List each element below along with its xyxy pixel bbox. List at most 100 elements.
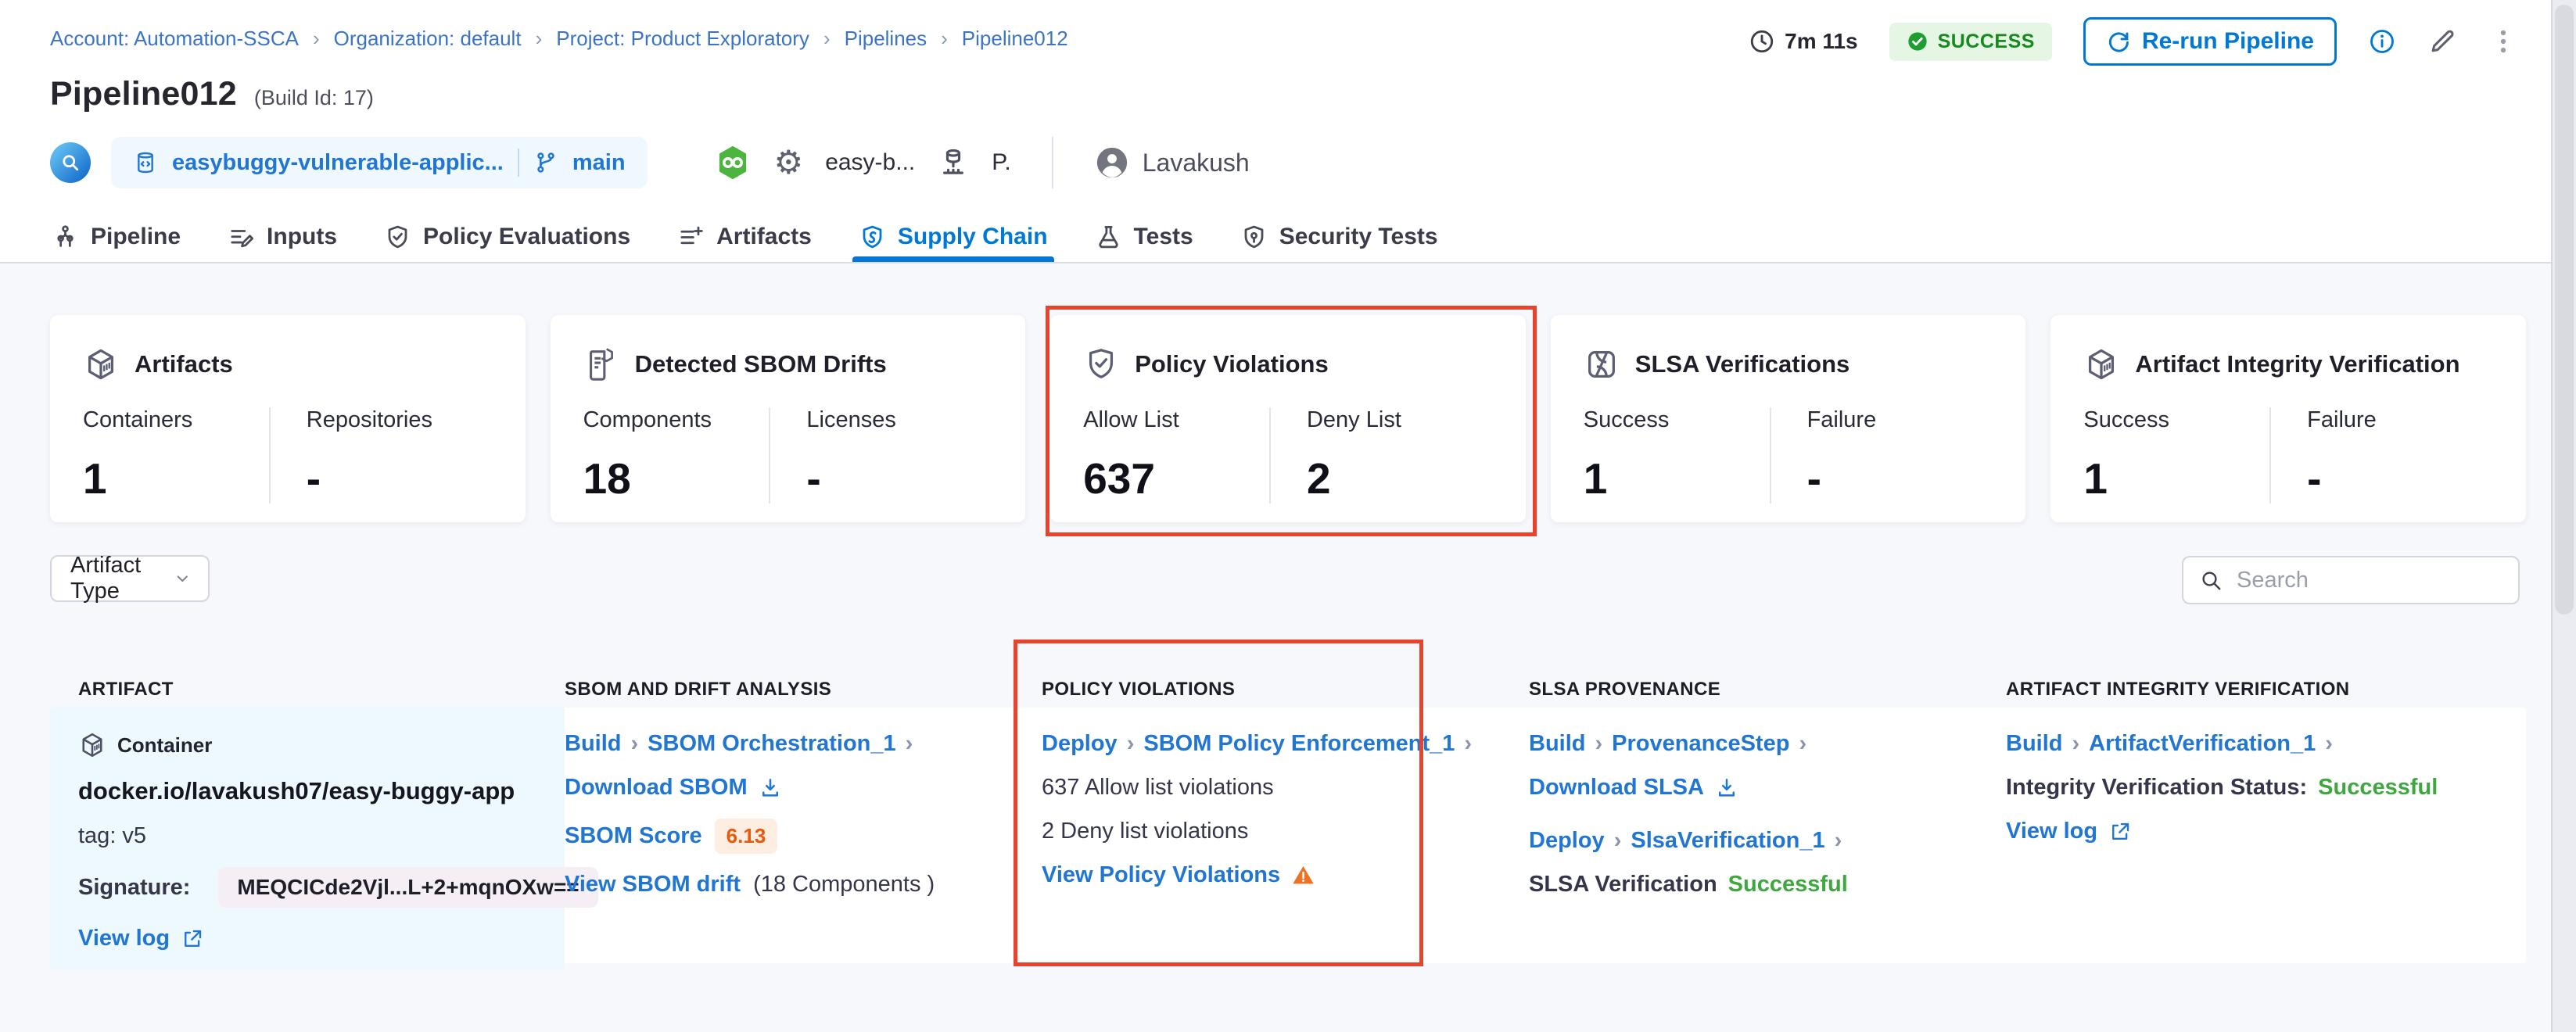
deny-list-violations: 2 Deny list violations — [1042, 819, 1505, 844]
view-policy-violations-link[interactable]: View Policy Violations — [1042, 862, 1280, 888]
trigger-abbrev: P. — [992, 149, 1010, 176]
card-title: Artifact Integrity Verification — [2135, 350, 2459, 378]
sbom-document-icon — [583, 346, 619, 382]
summary-cards: Artifacts Containers 1 Repositories - De… — [50, 315, 2526, 522]
tab-policy-evaluations[interactable]: Policy Evaluations — [384, 212, 630, 262]
kebab-menu-icon[interactable] — [2488, 27, 2518, 56]
card-slsa-verifications: SLSA Verifications Success 1 Failure - — [1551, 315, 2026, 522]
column-artifact: ARTIFACT — [50, 679, 565, 701]
sbom-score-badge: 6.13 — [715, 819, 778, 854]
slsa-status-label: SLSA Verification — [1529, 872, 1717, 898]
artifact-type-label: Artifact Type — [70, 553, 173, 604]
sbom-step-link[interactable]: SBOM Orchestration_1 — [648, 731, 895, 757]
view-sbom-drift-link[interactable]: View SBOM drift — [565, 872, 741, 898]
security-shield-icon — [1240, 224, 1268, 251]
policy-stage-link[interactable]: Deploy — [1042, 731, 1118, 757]
stat-repositories: Repositories - — [269, 407, 493, 503]
breadcrumb-account[interactable]: Account: Automation-SSCA — [50, 27, 299, 51]
breadcrumb-organization[interactable]: Organization: default — [334, 27, 522, 51]
repo-branch-pill[interactable]: easybuggy-vulnerable-applic... main — [111, 137, 648, 188]
policy-step-link[interactable]: SBOM Policy Enforcement_1 — [1143, 731, 1455, 757]
download-slsa-link[interactable]: Download SLSA — [1529, 775, 1704, 801]
column-policy-violations: POLICY VIOLATIONS — [1042, 679, 1529, 701]
sbom-score-link[interactable]: SBOM Score — [565, 823, 702, 849]
slsa-step2-link[interactable]: SlsaVerification_1 — [1631, 828, 1824, 854]
column-sbom: SBOM AND DRIFT ANALYSIS — [565, 679, 1042, 701]
artifact-type-dropdown[interactable]: Artifact Type — [50, 555, 210, 602]
pill-divider — [518, 149, 519, 177]
breadcrumb: Account: Automation-SSCA › Organization:… — [50, 27, 1068, 51]
magnifier-icon — [59, 151, 82, 174]
gear-icon[interactable]: ⚙ — [774, 146, 804, 179]
view-log-link[interactable]: View log — [2006, 819, 2097, 844]
breadcrumb-separator: › — [313, 27, 320, 51]
stat-slsa-success: Success 1 — [1584, 407, 1770, 503]
triggered-by-user: Lavakush — [1094, 145, 1250, 181]
vertical-scrollbar[interactable] — [2551, 0, 2576, 1032]
tab-label: Security Tests — [1279, 224, 1438, 250]
slsa-stage2-link[interactable]: Deploy — [1529, 828, 1605, 854]
view-log-link[interactable]: View log — [78, 926, 170, 951]
tab-label: Supply Chain — [898, 224, 1048, 250]
tab-artifacts[interactable]: Artifacts — [677, 212, 812, 262]
slsa-step1-link[interactable]: ProvenanceStep — [1612, 731, 1789, 757]
sbom-stage-link[interactable]: Build — [565, 731, 622, 757]
tab-tests[interactable]: Tests — [1095, 212, 1193, 262]
card-policy-violations: Policy Violations Allow List 637 Deny Li… — [1050, 315, 1526, 522]
check-circle-icon — [1907, 30, 1928, 52]
stat-integrity-success: Success 1 — [2083, 407, 2269, 503]
slsa-stage1-link[interactable]: Build — [1529, 731, 1586, 757]
status-badge: SUCCESS — [1889, 23, 2052, 61]
top-header: Account: Automation-SSCA › Organization:… — [0, 0, 2576, 263]
harness-ci-icon — [713, 143, 752, 182]
tab-pipeline[interactable]: Pipeline — [52, 212, 181, 262]
rerun-pipeline-button[interactable]: Re-run Pipeline — [2083, 17, 2337, 66]
infrastructure-icon — [937, 146, 970, 179]
slsa-icon — [1584, 346, 1620, 382]
repo-name: easybuggy-vulnerable-applic... — [172, 150, 504, 176]
tab-security-tests[interactable]: Security Tests — [1240, 212, 1438, 262]
download-sbom-link[interactable]: Download SBOM — [565, 775, 748, 801]
stat-containers: Containers 1 — [83, 407, 269, 503]
container-cube-icon — [78, 731, 106, 759]
info-icon[interactable] — [2368, 27, 2396, 56]
breadcrumb-pipelines[interactable]: Pipelines — [845, 27, 927, 51]
edit-pencil-icon[interactable] — [2427, 27, 2457, 56]
download-icon — [759, 776, 782, 800]
integrity-stage-link[interactable]: Build — [2006, 731, 2063, 757]
tab-label: Tests — [1134, 224, 1193, 250]
cell-slsa-provenance: Build › ProvenanceStep › Download SLSA D… — [1529, 708, 2006, 969]
refresh-icon — [2106, 29, 2131, 54]
trigger-info: ⚙ easy-b... P. Lavakush — [713, 137, 1250, 188]
tab-bar: Pipeline Inputs Policy Evaluations Artif… — [0, 212, 2576, 262]
cell-policy-violations: Deploy › SBOM Policy Enforcement_1 › 637… — [1042, 708, 1529, 969]
execution-duration: 7m 11s — [1749, 28, 1857, 55]
column-slsa-provenance: SLSA PROVENANCE — [1529, 679, 2006, 701]
artifact-type-value: Container — [117, 733, 212, 758]
header-actions: 7m 11s SUCCESS Re-run Pipeline — [1749, 17, 2518, 66]
integrity-step-link[interactable]: ArtifactVerification_1 — [2089, 731, 2316, 757]
warning-triangle-icon — [1291, 863, 1315, 887]
shield-check-icon — [1083, 346, 1119, 382]
slsa-status-value: Successful — [1728, 872, 1848, 898]
tab-inputs[interactable]: Inputs — [228, 212, 337, 262]
stat-integrity-failure: Failure - — [2269, 407, 2493, 503]
build-id: (Build Id: 17) — [254, 86, 374, 110]
external-link-icon — [181, 927, 204, 951]
execution-source-icon[interactable] — [50, 142, 91, 183]
search-input[interactable] — [2235, 567, 2502, 594]
integrity-status-label: Integrity Verification Status: — [2006, 775, 2307, 801]
tab-label: Artifacts — [716, 224, 812, 250]
card-sbom-drifts: Detected SBOM Drifts Components 18 Licen… — [551, 315, 1026, 522]
breadcrumb-pipeline012[interactable]: Pipeline012 — [962, 27, 1068, 51]
scrollbar-thumb[interactable] — [2555, 5, 2574, 615]
inputs-icon — [228, 224, 255, 251]
signature-value[interactable]: MEQCICde2Vjl...L+2+mqnOXw== — [218, 867, 597, 908]
tab-supply-chain[interactable]: Supply Chain — [859, 212, 1048, 262]
breadcrumb-project[interactable]: Project: Product Exploratory — [556, 27, 809, 51]
integrity-status-value: Successful — [2318, 775, 2438, 801]
supply-chain-shield-icon — [859, 224, 886, 251]
stat-deny-list: Deny List 2 — [1269, 407, 1493, 503]
sbom-drift-components: (18 Components ) — [753, 872, 935, 898]
tab-label: Policy Evaluations — [423, 224, 630, 250]
